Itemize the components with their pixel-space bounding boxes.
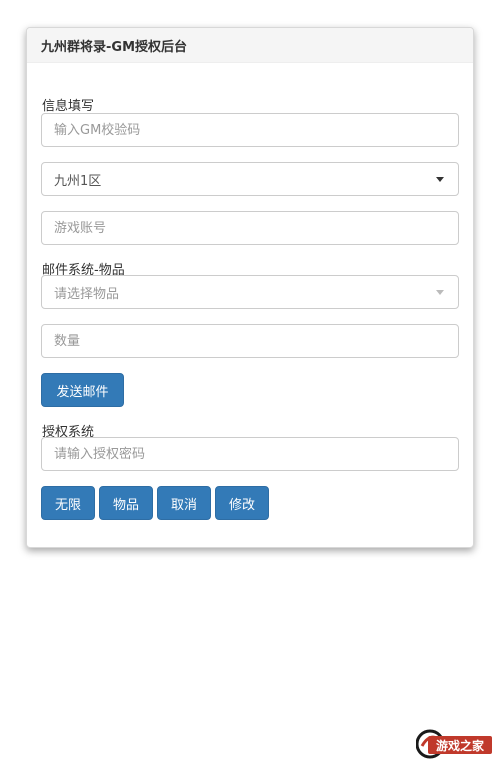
chevron-down-icon [436,289,444,295]
items-button[interactable]: 物品 [99,486,153,520]
watermark-text: 游戏之家 [436,738,485,753]
gm-code-input[interactable] [41,113,459,147]
quantity-input[interactable] [41,324,459,358]
game-account-input[interactable] [41,211,459,245]
server-select[interactable]: 九州1区 [41,162,459,196]
panel-title: 九州群将录-GM授权后台 [27,28,473,63]
watermark-logo: 游戏之家 [416,729,492,759]
auth-password-input[interactable] [41,437,459,471]
server-select-value: 九州1区 [54,173,102,189]
info-section-label: 信息填写 [42,99,95,114]
unlimited-button[interactable]: 无限 [41,486,95,520]
item-select[interactable]: 请选择物品 [41,275,459,309]
cancel-button[interactable]: 取消 [157,486,211,520]
chevron-down-icon [436,176,444,182]
modify-button[interactable]: 修改 [215,486,269,520]
item-select-placeholder: 请选择物品 [54,286,120,302]
gm-panel: 九州群将录-GM授权后台 信息填写 九州1区 邮件系统-物品 请选择物品 发送邮… [26,27,474,548]
send-mail-button[interactable]: 发送邮件 [41,373,124,407]
